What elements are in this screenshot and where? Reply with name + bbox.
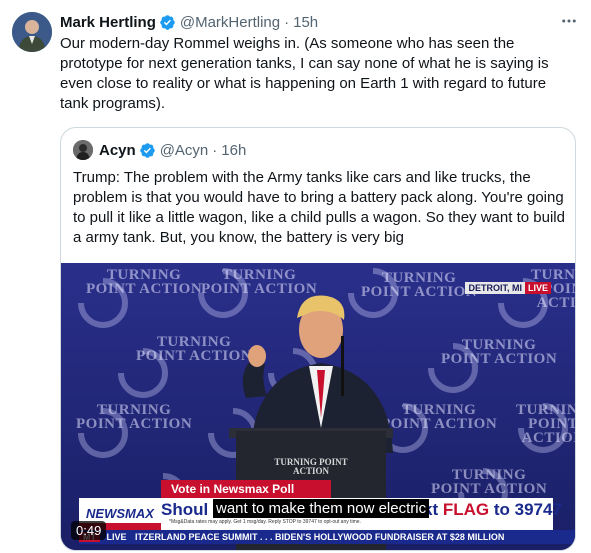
quoted-tweet[interactable]: Acyn @Acyn · 16h Trump: The problem with…: [60, 127, 576, 551]
quoted-tweet-time[interactable]: 16h: [221, 142, 246, 159]
closed-caption: want to make them now electric: [213, 499, 430, 518]
author-avatar[interactable]: [12, 12, 52, 52]
backdrop-logo: TURNINGPOINT ACTION: [516, 402, 576, 446]
fine-print: *Msg&Data rates may apply. Get 1 msg/day…: [169, 519, 361, 525]
video-duration: 0:49: [71, 521, 107, 540]
podium-logo: TURNING POINT ACTION: [274, 457, 348, 476]
speaker-figure: [242, 295, 393, 453]
location-label: DETROIT, MI: [465, 282, 525, 294]
quoted-tweet-header: Acyn @Acyn · 16h: [99, 140, 246, 160]
news-ticker: MT LIVE ITZERLAND PEACE SUMMIT . . . BID…: [79, 530, 575, 544]
tweet-header: Mark Hertling @MarkHertling · 15h: [60, 12, 318, 32]
ticker-text: ITZERLAND PEACE SUMMIT . . . BIDEN'S HOL…: [135, 532, 505, 542]
headline-right: kt FLAG to 39747: [423, 500, 562, 519]
backdrop-logo: TURNINGPOINT ACTION: [431, 467, 548, 497]
tweet-time[interactable]: 15h: [293, 14, 318, 31]
backdrop-logo: TURNINGPOINT ACTION: [76, 402, 193, 432]
tweet-text: Our modern-day Rommel weighs in. (As som…: [60, 35, 549, 112]
quoted-author-name[interactable]: Acyn: [99, 142, 136, 159]
live-badge: LIVE: [524, 282, 551, 294]
backdrop-logo: TURNINGPOINT ACTION: [441, 337, 558, 367]
headline-left: Shoul: [161, 500, 209, 519]
quoted-author-handle[interactable]: @Acyn: [160, 142, 209, 159]
quoted-author-avatar[interactable]: [73, 140, 93, 160]
backdrop-logo: TURNINGPOINT ACTION: [86, 267, 203, 297]
header-separator: ·: [212, 141, 218, 159]
quoted-tweet-text: Trump: The problem with the Army tanks l…: [73, 169, 565, 246]
header-separator: ·: [284, 13, 290, 31]
author-handle[interactable]: @MarkHertling: [180, 14, 280, 31]
verified-badge-icon: [160, 14, 175, 30]
poll-band: Vote in Newsmax Poll: [161, 480, 331, 498]
verified-badge-icon: [139, 142, 155, 158]
location-live-tag: DETROIT, MI LIVE: [465, 282, 551, 294]
more-options-icon[interactable]: [559, 12, 579, 32]
video-player[interactable]: TURNING POINT ACTION TURNING POINT ACTION …: [61, 263, 576, 550]
ticker-live: LIVE: [106, 532, 127, 542]
author-name[interactable]: Mark Hertling: [60, 14, 156, 31]
